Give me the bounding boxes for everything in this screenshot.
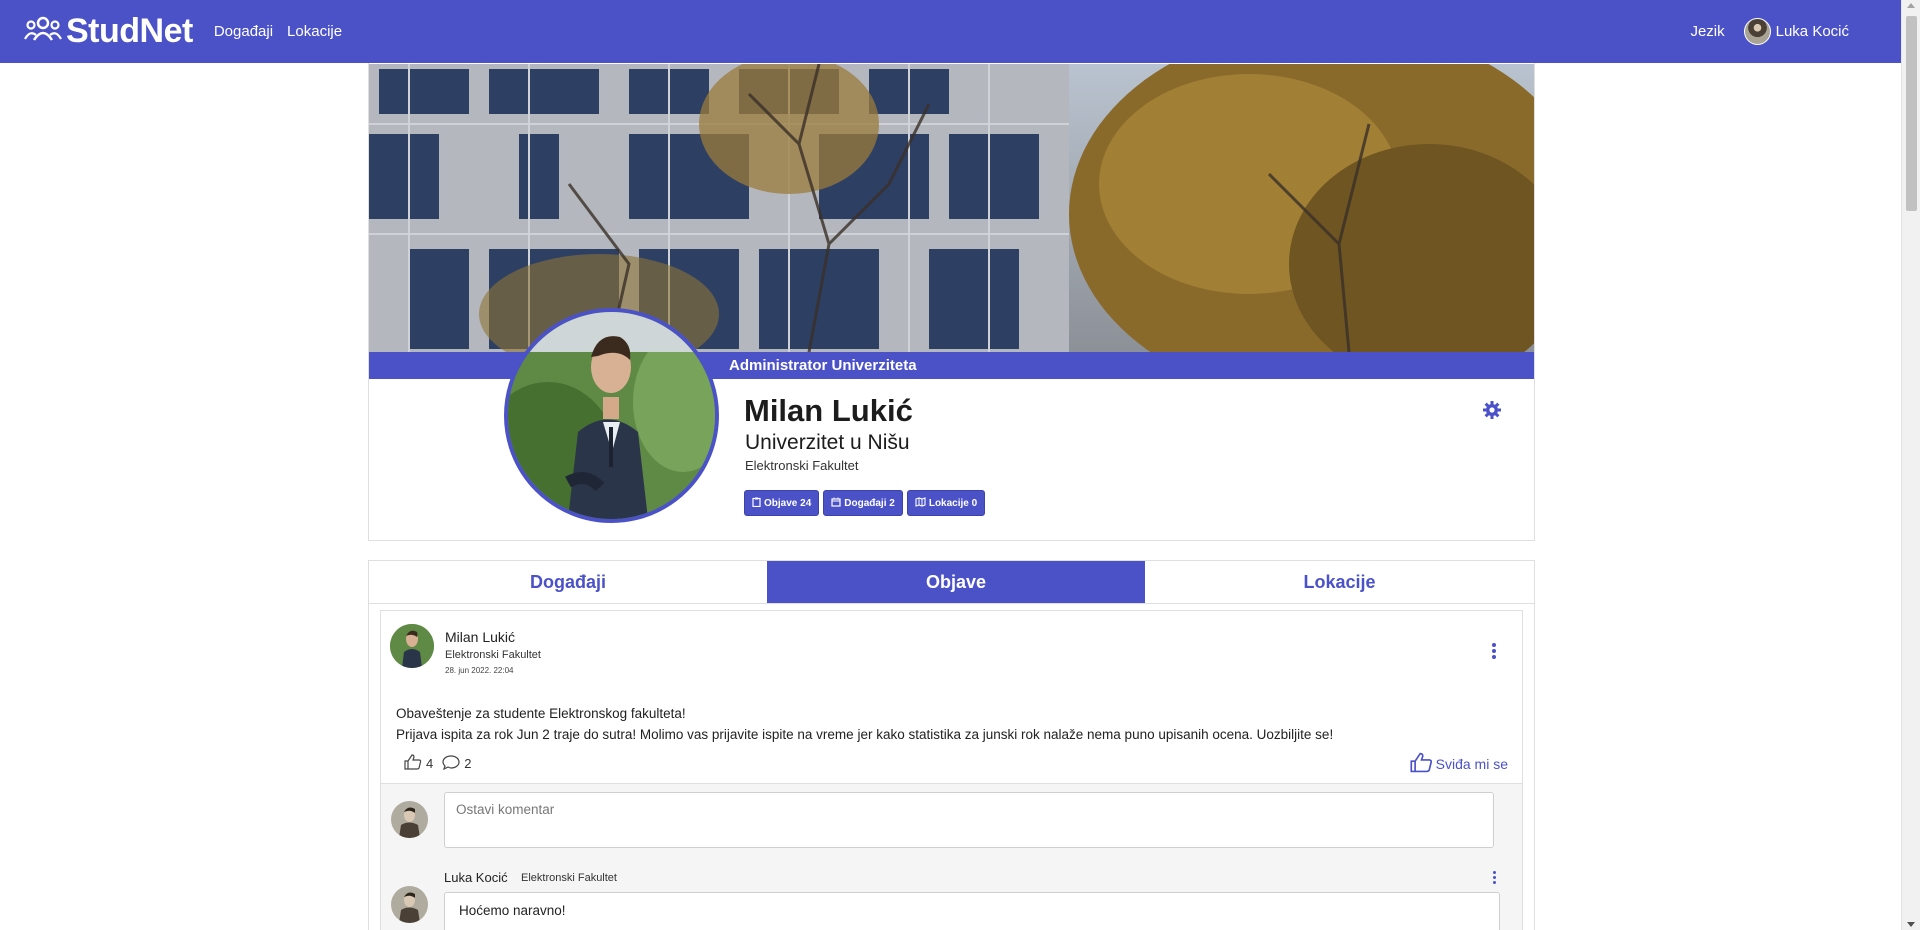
posts-panel: Milan Lukić Elektronski Fakultet 28. jun… [368,604,1535,930]
comment-author-faculty: Elektronski Fakultet [521,872,617,884]
like-button[interactable]: Sviđa mi se [1410,752,1508,776]
user-avatar[interactable] [1743,18,1771,45]
locations-count-label: Lokacije 0 [928,497,978,509]
post-author-name[interactable]: Milan Lukić [445,629,515,645]
brand-name: StudNet [66,12,193,50]
post-date: 28. jun 2022. 22:04 [445,666,514,675]
profile-card: Administrator Univerziteta Milan Lukić U… [368,63,1535,541]
post-body: Obaveštenje za studente Elektronskog fak… [396,703,1333,745]
clipboard-icon [752,497,764,510]
brand-logo[interactable]: StudNet [24,12,193,51]
profile-university: Univerzitet u Nišu [745,431,910,454]
tab-posts[interactable]: Objave [767,561,1145,603]
current-user-avatar [391,801,428,838]
post-stats: 4 2 [404,754,471,773]
post-card: Milan Lukić Elektronski Fakultet 28. jun… [380,610,1523,930]
tab-events[interactable]: Događaji [369,561,767,603]
profile-tabs: Događaji Objave Lokacije [368,560,1535,604]
settings-gear-icon[interactable] [1483,401,1501,424]
top-navbar: StudNet Događaji Lokacije Jezik Luka Koc… [0,0,1901,63]
likes-count: 4 [426,756,434,771]
scroll-down-arrow-icon[interactable] [1907,922,1915,927]
like-button-label: Sviđa mi se [1435,756,1508,772]
events-count-badge[interactable]: Događaji 2 [823,490,903,516]
locations-count-badge[interactable]: Lokacije 0 [906,490,986,516]
comment-text: Hoćemo naravno! [444,892,1500,930]
profile-stats: Objave 24 Događaji 2 Lokacije 0 [744,490,989,516]
comments-section: Ostavi komentar Luka Kocić Elektronski F… [381,783,1522,930]
profile-photo[interactable] [504,308,719,523]
nav-link-locations[interactable]: Lokacije [287,23,342,40]
comment-author-name[interactable]: Luka Kocić [444,870,508,885]
post-text-line: Prijava ispita za rok Jun 2 traje do sut… [396,727,1334,742]
thumbs-up-icon [1410,752,1433,776]
map-icon [915,496,929,510]
user-menu[interactable]: Luka Kocić [1776,23,1849,40]
posts-count-badge[interactable]: Objave 24 [744,490,820,516]
users-icon [24,16,62,47]
post-author-avatar[interactable] [390,624,434,668]
comments-count: 2 [464,756,472,771]
posts-count-label: Objave 24 [764,497,812,509]
nav-right: Jezik Luka Kocić [1690,0,1849,63]
post-text-line: Obaveštenje za studente Elektronskog fak… [396,706,686,721]
comment-author-avatar[interactable] [391,886,428,923]
scroll-up-arrow-icon[interactable] [1907,3,1915,8]
language-dropdown[interactable]: Jezik [1690,23,1724,40]
profile-faculty: Elektronski Fakultet [745,458,859,473]
comment-input[interactable]: Ostavi komentar [444,792,1494,848]
scrollbar-thumb[interactable] [1906,16,1917,211]
tab-locations[interactable]: Lokacije [1145,561,1534,603]
post-options-kebab-icon[interactable] [1492,642,1496,660]
calendar-icon [831,497,844,510]
profile-name: Milan Lukić [744,393,913,428]
thumbs-up-icon [404,754,422,773]
comment-options-kebab-icon[interactable] [1493,870,1496,885]
events-count-label: Događaji 2 [844,497,895,509]
nav-link-events[interactable]: Događaji [214,23,273,40]
comment-bubble-icon [442,754,460,773]
cover-photo [369,64,1534,352]
page-scrollbar[interactable] [1901,0,1920,930]
post-author-faculty: Elektronski Fakultet [445,649,541,661]
